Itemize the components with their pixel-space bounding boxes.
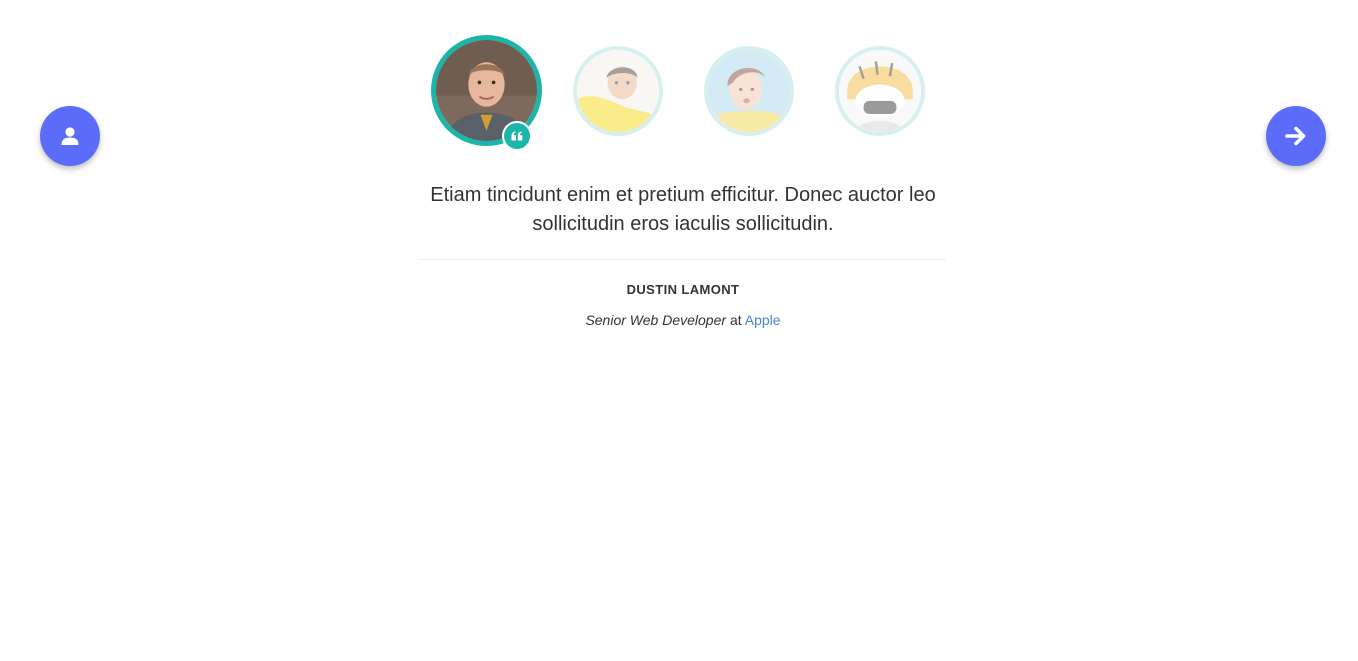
quote-badge — [502, 121, 532, 151]
avatar-2[interactable] — [573, 46, 663, 136]
avatar-4[interactable] — [835, 46, 925, 136]
author-name: DUSTIN LAMONT — [626, 282, 740, 297]
testimonial-page: Etiam tincidunt enim et pretium efficitu… — [0, 0, 1358, 661]
testimonial-quote: Etiam tincidunt enim et pretium efficitu… — [430, 184, 936, 235]
avatar-photo-tiger-costume — [839, 50, 921, 132]
avatar-photo-woman — [708, 50, 790, 132]
quote-icon — [511, 131, 523, 141]
author-title: Senior Web Developer — [585, 312, 727, 328]
author-role: Senior Web Developer at Apple — [420, 312, 946, 328]
avatar-carousel — [0, 0, 1358, 160]
avatar-3[interactable] — [704, 46, 794, 136]
divider — [420, 259, 946, 260]
company-link[interactable]: Apple — [745, 312, 781, 328]
author-at: at — [729, 312, 742, 328]
avatar-photo-young-man — [577, 50, 659, 132]
